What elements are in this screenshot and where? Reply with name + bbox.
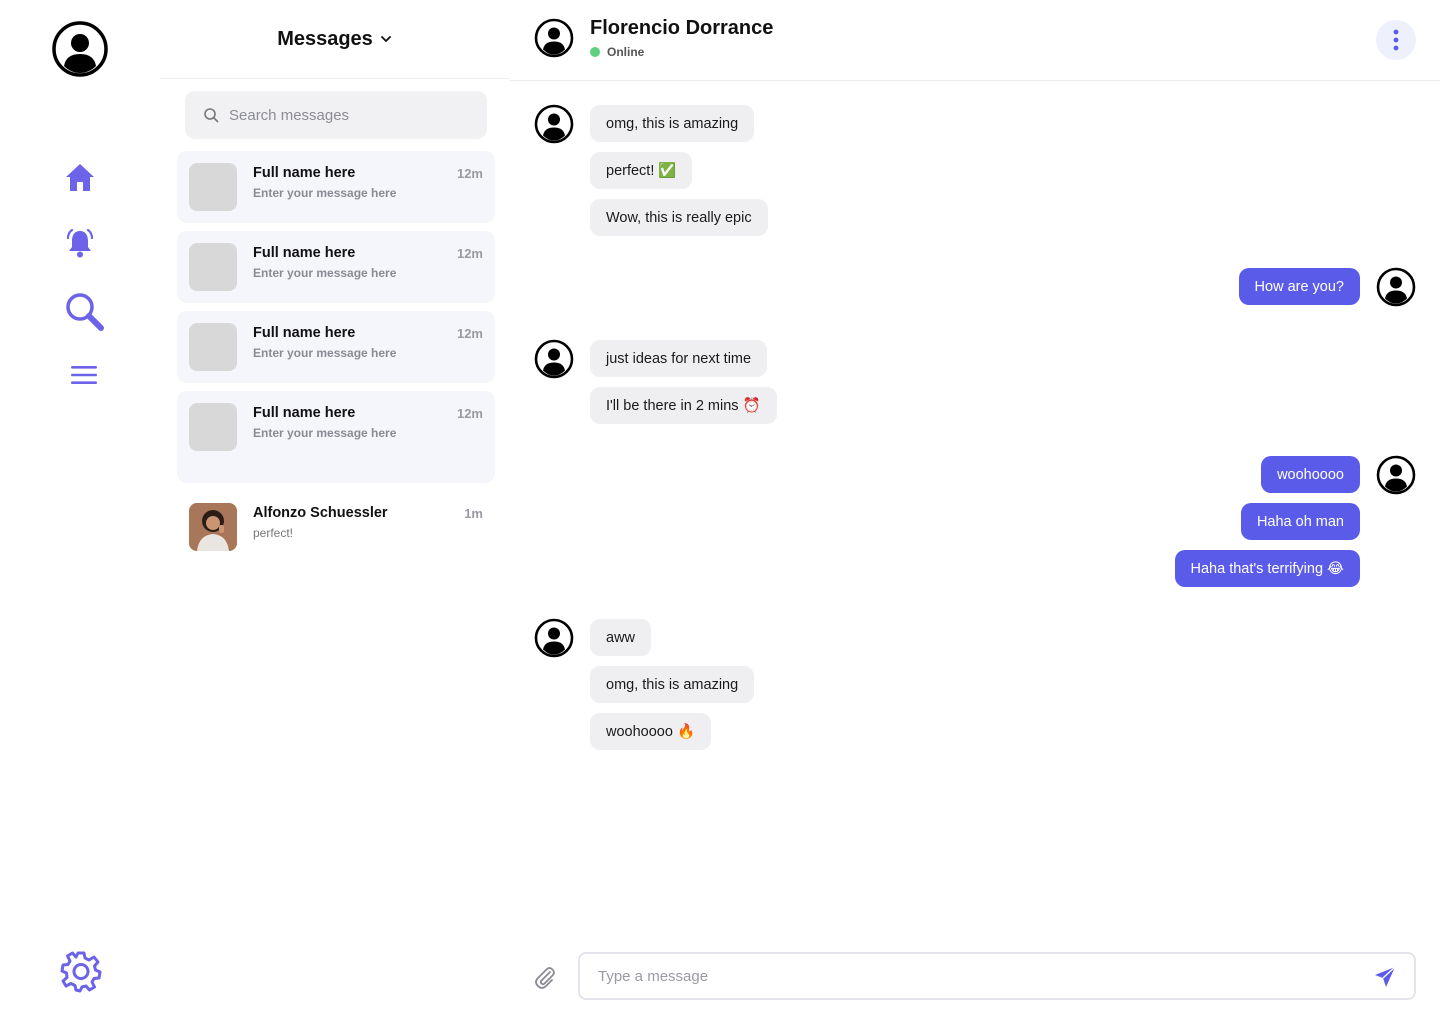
conversation-name: Full name here xyxy=(253,165,356,181)
nav-menu-button[interactable] xyxy=(64,355,104,395)
conversation-preview: Enter your message here xyxy=(253,186,397,200)
message-bubble-outgoing: Haha that's terrifying 😂 xyxy=(1174,550,1360,587)
conversation-item[interactable]: Full name here Enter your message here 1… xyxy=(177,391,495,483)
profile-avatar[interactable] xyxy=(52,21,108,77)
status-label: Online xyxy=(607,45,645,59)
conversation-time: 12m xyxy=(456,406,483,421)
person-photo-icon xyxy=(189,503,237,551)
attach-button[interactable] xyxy=(532,964,558,990)
user-avatar-icon xyxy=(1376,455,1416,495)
contact-name: Florencio Dorrance xyxy=(590,17,774,39)
conversation-item[interactable]: Full name here Enter your message here 1… xyxy=(177,151,495,223)
conversation-list: Full name here Enter your message here 1… xyxy=(177,151,495,571)
nav-search-button[interactable] xyxy=(62,289,108,335)
contact-avatar-icon xyxy=(534,618,574,658)
user-avatar-icon xyxy=(52,21,108,77)
online-dot-icon xyxy=(590,47,600,57)
message-bubble-incoming: Wow, this is really epic xyxy=(590,199,768,236)
messages-title: Messages xyxy=(277,27,373,50)
conversation-item[interactable]: Full name here Enter your message here 1… xyxy=(177,311,495,383)
avatar-placeholder xyxy=(189,163,237,211)
chat-header: Florencio Dorrance Online xyxy=(510,0,1440,81)
conversation-time: 1m xyxy=(464,506,483,521)
nav-home-button[interactable] xyxy=(60,157,100,197)
contact-avatar-icon xyxy=(534,339,574,379)
conversation-panel: Messages Full name here Enter your messa… xyxy=(160,0,510,1024)
message-bubble-incoming: woohoooo 🔥 xyxy=(590,713,712,750)
more-options-button[interactable] xyxy=(1376,20,1416,60)
conversation-preview: Enter your message here xyxy=(253,426,397,440)
hamburger-menu-icon xyxy=(71,366,97,384)
conversation-name: Alfonzo Schuessler xyxy=(253,505,388,521)
message-bubble-incoming: just ideas for next time xyxy=(590,340,768,377)
presence-status: Online xyxy=(590,45,644,59)
conversation-item[interactable]: Full name here Enter your message here 1… xyxy=(177,231,495,303)
conversation-item[interactable]: Alfonzo Schuessler perfect! 1m xyxy=(177,491,495,563)
home-icon xyxy=(66,164,94,191)
conversation-preview: Enter your message here xyxy=(253,346,397,360)
send-icon xyxy=(1375,966,1396,987)
search-input[interactable] xyxy=(229,106,469,124)
conversation-time: 12m xyxy=(456,326,483,341)
bell-ring-icon xyxy=(66,228,94,258)
message-bubble-incoming: I'll be there in 2 mins ⏰ xyxy=(590,387,777,424)
conversation-name: Full name here xyxy=(253,245,356,261)
search-bar xyxy=(185,91,487,139)
conversation-preview: Enter your message here xyxy=(253,266,397,280)
avatar-placeholder xyxy=(189,403,237,451)
messages-dropdown[interactable]: Messages xyxy=(160,0,510,79)
search-icon xyxy=(204,108,219,123)
conversation-name: Full name here xyxy=(253,325,356,341)
conversation-time: 12m xyxy=(456,246,483,261)
chat-panel: Florencio Dorrance Online omg, this is a… xyxy=(510,0,1440,1024)
conversation-name: Full name here xyxy=(253,405,356,421)
nav-settings-button[interactable] xyxy=(58,948,104,994)
contact-avatar-icon xyxy=(534,104,574,144)
user-avatar-icon xyxy=(1376,267,1416,307)
paperclip-icon xyxy=(535,967,555,989)
message-bubble-incoming: omg, this is amazing xyxy=(590,666,755,703)
avatar-placeholder xyxy=(189,323,237,371)
chevron-down-icon xyxy=(380,36,391,42)
search-icon xyxy=(66,293,104,331)
conversation-time: 12m xyxy=(456,166,483,181)
vertical-ellipsis-icon xyxy=(1393,29,1399,51)
message-bubble-outgoing: How are you? xyxy=(1238,268,1360,305)
nav-notifications-button[interactable] xyxy=(60,223,100,263)
nav-rail xyxy=(0,0,160,1024)
message-bubble-outgoing: woohoooo xyxy=(1261,456,1360,493)
message-bubble-outgoing: Haha oh man xyxy=(1240,503,1360,540)
message-composer xyxy=(578,952,1416,1000)
avatar-placeholder xyxy=(189,243,237,291)
message-bubble-incoming: perfect! ✅ xyxy=(590,152,693,189)
send-button[interactable] xyxy=(1372,964,1398,990)
conversation-preview: perfect! xyxy=(253,526,294,540)
message-bubble-incoming: omg, this is amazing xyxy=(590,105,755,142)
contact-avatar-icon[interactable] xyxy=(534,18,574,58)
message-bubble-incoming: aww xyxy=(590,619,652,656)
contact-photo xyxy=(189,503,237,551)
message-input[interactable] xyxy=(598,967,1358,985)
gear-icon xyxy=(60,951,102,993)
